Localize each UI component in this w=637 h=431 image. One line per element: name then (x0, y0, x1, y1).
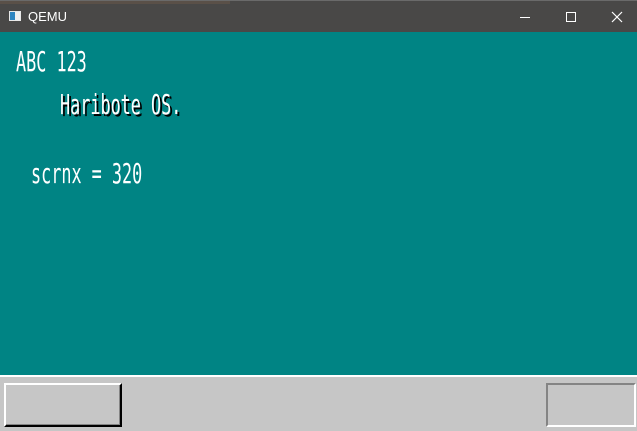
screen-text-haribote: Haribote OS. (60, 88, 182, 121)
close-button[interactable] (594, 1, 637, 33)
maximize-icon (566, 12, 576, 22)
maximize-button[interactable] (548, 1, 594, 33)
titlebar-top-edge (0, 1, 230, 4)
system-tray[interactable] (546, 383, 636, 427)
qemu-app-icon[interactable] (9, 11, 21, 21)
window-title: QEMU (28, 9, 67, 24)
minimize-icon (520, 16, 530, 18)
guest-taskbar (0, 375, 637, 431)
window-titlebar[interactable]: QEMU (0, 0, 637, 32)
screen-text-abc123: ABC 123 (16, 45, 87, 78)
screen-text-scrnx: scrnx = 320 (31, 157, 143, 190)
start-button[interactable] (4, 383, 122, 427)
taskbar-gap (0, 377, 637, 379)
close-icon (611, 11, 623, 23)
minimize-button[interactable] (502, 1, 548, 33)
